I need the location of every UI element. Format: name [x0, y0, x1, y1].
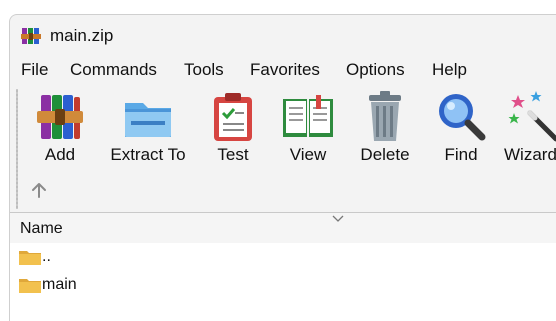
test-clipboard-icon: [214, 93, 252, 141]
chevron-down-icon: [332, 215, 344, 222]
menu-favorites[interactable]: Favorites: [250, 60, 320, 80]
test-button[interactable]: Test: [206, 85, 260, 165]
list-item-parent[interactable]: ..: [10, 245, 556, 271]
extract-to-label: Extract To: [110, 145, 186, 164]
add-label: Add: [44, 145, 76, 164]
delete-button[interactable]: Delete: [356, 85, 414, 165]
arrow-up-icon[interactable]: [30, 181, 48, 199]
navigation-row: [10, 175, 556, 205]
menu-help[interactable]: Help: [432, 60, 467, 80]
folder-icon: [19, 279, 41, 293]
wizard-button[interactable]: Wizard: [502, 85, 556, 165]
view-book-icon: [283, 95, 333, 137]
file-name: ..: [42, 248, 51, 265]
menu-tools[interactable]: Tools: [184, 60, 224, 80]
column-name-header[interactable]: Name: [20, 220, 63, 238]
folder-icon: [19, 251, 41, 265]
window-title: main.zip: [50, 26, 114, 45]
add-button[interactable]: Add: [32, 85, 88, 165]
menu-file[interactable]: File: [21, 60, 48, 80]
magic-wand-icon: [508, 91, 556, 142]
menu-commands[interactable]: Commands: [70, 60, 157, 80]
view-label: View: [289, 145, 327, 164]
menu-options[interactable]: Options: [346, 60, 405, 80]
file-list[interactable]: Name .. main: [10, 212, 556, 321]
trash-bin-icon: [369, 91, 401, 141]
delete-label: Delete: [360, 145, 410, 164]
file-name: main: [42, 276, 77, 293]
view-button[interactable]: View: [280, 85, 336, 165]
magnifier-icon: [439, 94, 486, 141]
find-label: Find: [444, 145, 478, 164]
winrar-window: main.zip File Commands Tools Favorites O…: [9, 14, 556, 321]
find-button[interactable]: Find: [434, 85, 488, 165]
toolbar: Add Extract To Test View Delete Find Wiz…: [10, 85, 556, 209]
winrar-books-icon: [21, 28, 41, 44]
list-item-main[interactable]: main: [10, 273, 556, 299]
menu-bar: File Commands Tools Favorites Options He…: [10, 60, 556, 84]
extract-to-button[interactable]: Extract To: [102, 85, 194, 165]
extract-folder-icon: [125, 103, 171, 137]
column-header: Name: [10, 213, 556, 243]
test-label: Test: [217, 145, 249, 164]
wizard-label: Wizard: [504, 145, 556, 164]
add-archive-icon: [37, 95, 83, 139]
title-bar[interactable]: main.zip: [10, 15, 556, 55]
